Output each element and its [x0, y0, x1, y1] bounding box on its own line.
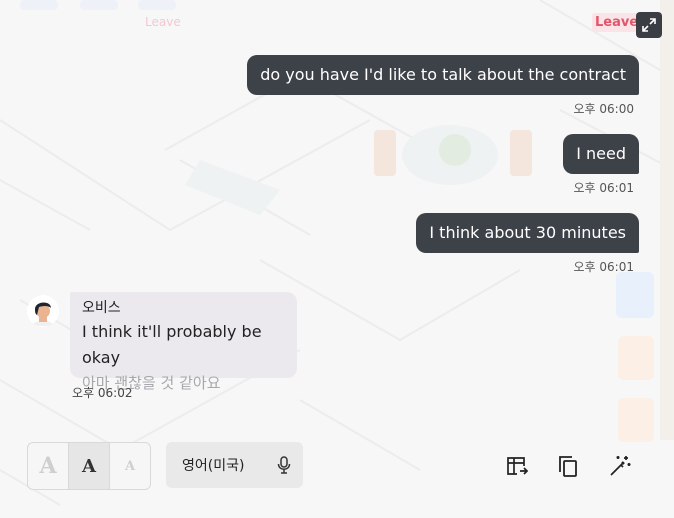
message-time: 오후 06:02: [72, 386, 133, 400]
outgoing-message: do you have I'd like to talk about the c…: [247, 55, 639, 95]
avatar: [27, 295, 59, 327]
language-selector[interactable]: 영어(미국): [166, 442, 303, 488]
message-time: 오후 06:01: [573, 260, 634, 274]
font-size-selector: A A A: [27, 442, 151, 490]
leave-button[interactable]: Leave: [592, 13, 642, 32]
microphone-button[interactable]: [277, 456, 291, 474]
incoming-message: 오비스 I think it'll probably be okay 아마 괜찮…: [70, 292, 297, 392]
message-time: 오후 06:01: [573, 181, 634, 195]
message-text: I think it'll probably be okay: [82, 322, 262, 367]
font-size-small-button[interactable]: A: [110, 443, 150, 489]
table-export-icon[interactable]: [504, 454, 528, 478]
language-label: 영어(미국): [182, 458, 245, 474]
font-size-medium-button[interactable]: A: [68, 443, 110, 489]
message-time: 오후 06:00: [573, 102, 634, 116]
outgoing-message: I need: [563, 134, 639, 174]
outgoing-message: I think about 30 minutes: [416, 213, 639, 253]
faded-leave-label: Leave: [145, 15, 181, 29]
expand-icon: [642, 18, 656, 32]
copy-icon[interactable]: [556, 454, 580, 478]
sender-name: 오비스: [82, 300, 121, 316]
magic-wand-icon[interactable]: [608, 454, 632, 478]
font-size-large-button[interactable]: A: [28, 443, 68, 489]
microphone-icon: [277, 456, 291, 474]
expand-button[interactable]: [636, 12, 662, 38]
